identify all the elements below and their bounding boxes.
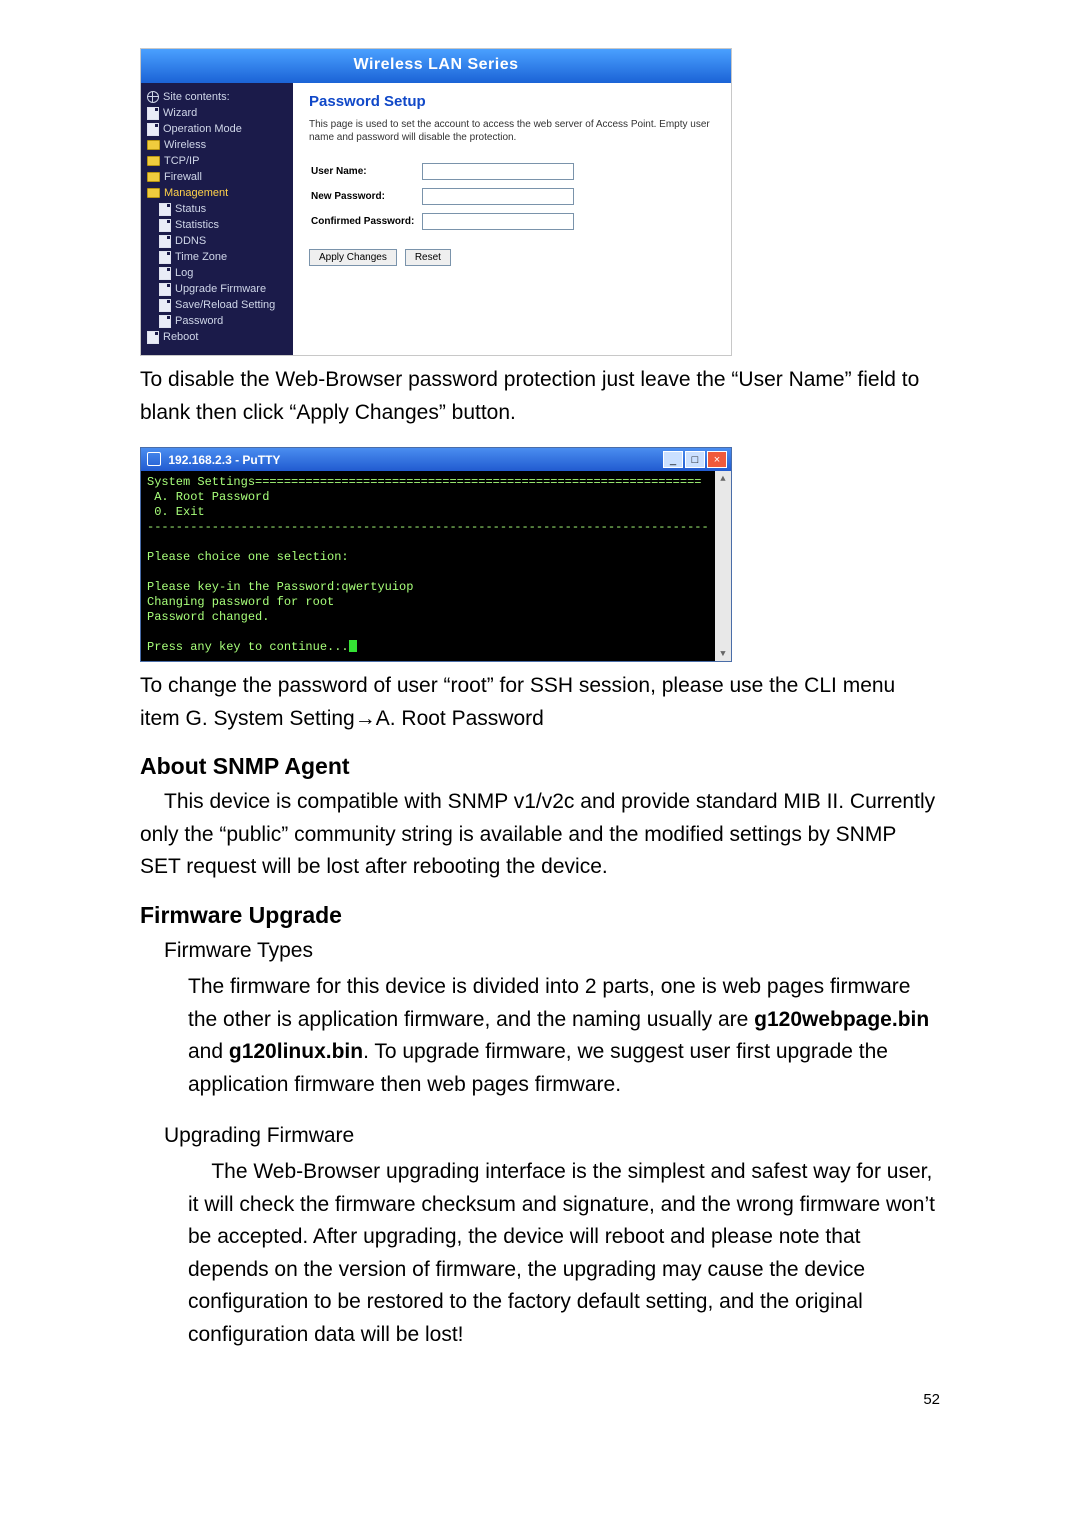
- sidebar-item-label: Wizard: [163, 105, 197, 121]
- section-heading-firmware-upgrade: Firmware Upgrade: [140, 902, 940, 929]
- sidebar-item-tcpip[interactable]: TCP/IP: [145, 153, 289, 169]
- sidebar-item-time-zone[interactable]: Time Zone: [145, 249, 289, 265]
- reset-button[interactable]: Reset: [405, 249, 451, 266]
- folder-icon: [147, 172, 160, 182]
- sidebar-item-wireless[interactable]: Wireless: [145, 137, 289, 153]
- document-icon: [147, 331, 159, 344]
- text-run: and: [188, 1040, 229, 1063]
- terminal-text: System Settings=========================…: [147, 475, 709, 654]
- subheading-firmware-types: Firmware Types: [140, 935, 940, 968]
- document-icon: [147, 123, 159, 136]
- document-icon: [159, 299, 171, 312]
- sidebar-item-label: Reboot: [163, 329, 198, 345]
- sidebar-item-management[interactable]: Management: [145, 185, 289, 201]
- sidebar-item-password[interactable]: Password: [145, 313, 289, 329]
- sidebar-item-label: DDNS: [175, 233, 206, 249]
- doc-paragraph: The Web-Browser upgrading interface is t…: [140, 1156, 940, 1351]
- sidebar-item-save-reload-setting[interactable]: Save/Reload Setting: [145, 297, 289, 313]
- router-header: Wireless LAN Series: [141, 49, 731, 83]
- password-setup-title: Password Setup: [309, 93, 715, 110]
- document-icon: [159, 251, 171, 264]
- sidebar-item-label: Status: [175, 201, 206, 217]
- sidebar-item-statistics[interactable]: Statistics: [145, 217, 289, 233]
- putty-window: 192.168.2.3 - PuTTY _ □ × System Setting…: [140, 447, 732, 662]
- router-main: Password Setup This page is used to set …: [293, 83, 731, 355]
- minimize-button[interactable]: _: [663, 451, 683, 468]
- putty-title-text: 192.168.2.3 - PuTTY: [168, 453, 280, 467]
- new-password-label: New Password:: [311, 185, 420, 208]
- terminal-cursor: [349, 640, 357, 652]
- sidebar-item-firewall[interactable]: Firewall: [145, 169, 289, 185]
- document-icon: [159, 283, 171, 296]
- folder-icon: [147, 156, 160, 166]
- new-password-input[interactable]: [422, 188, 574, 205]
- sidebar-item-label: Time Zone: [175, 249, 227, 265]
- sidebar-item-label: Wireless: [164, 137, 206, 153]
- doc-paragraph: The firmware for this device is divided …: [140, 971, 940, 1101]
- putty-title: 192.168.2.3 - PuTTY: [147, 452, 280, 467]
- user-name-input[interactable]: [422, 163, 574, 180]
- terminal-output: System Settings=========================…: [141, 471, 715, 661]
- subheading-upgrading-firmware: Upgrading Firmware: [140, 1120, 940, 1153]
- sidebar-item-label: Firewall: [164, 169, 202, 185]
- sidebar-item-upgrade-firmware[interactable]: Upgrade Firmware: [145, 281, 289, 297]
- sidebar-item-reboot[interactable]: Reboot: [145, 329, 289, 345]
- doc-paragraph: To change the password of user “root” fo…: [140, 670, 940, 735]
- sidebar-item-label: Statistics: [175, 217, 219, 233]
- putty-titlebar: 192.168.2.3 - PuTTY _ □ ×: [141, 448, 731, 471]
- document-icon: [147, 107, 159, 120]
- scroll-down-icon[interactable]: ▼: [715, 646, 731, 661]
- sidebar-item-label: Save/Reload Setting: [175, 297, 275, 313]
- sidebar-item-log[interactable]: Log: [145, 265, 289, 281]
- document-icon: [159, 315, 171, 328]
- sidebar-item-ddns[interactable]: DDNS: [145, 233, 289, 249]
- putty-icon: [147, 452, 161, 466]
- password-setup-desc: This page is used to set the account to …: [309, 118, 715, 144]
- sidebar-item-label: TCP/IP: [164, 153, 199, 169]
- sidebar-item-status[interactable]: Status: [145, 201, 289, 217]
- confirmed-password-input[interactable]: [422, 213, 574, 230]
- confirmed-password-label: Confirmed Password:: [311, 210, 420, 233]
- scroll-up-icon[interactable]: ▲: [715, 471, 731, 486]
- page-number: 52: [140, 1391, 940, 1411]
- sidebar-item-label: Log: [175, 265, 193, 281]
- sidebar-item-operation-mode[interactable]: Operation Mode: [145, 121, 289, 137]
- sidebar-item-label: Operation Mode: [163, 121, 242, 137]
- scrollbar[interactable]: ▲ ▼: [715, 471, 731, 661]
- user-name-label: User Name:: [311, 160, 420, 183]
- site-contents-text: Site contents:: [163, 89, 230, 105]
- document-icon: [159, 219, 171, 232]
- sidebar-item-wizard[interactable]: Wizard: [145, 105, 289, 121]
- router-admin-panel: Wireless LAN Series Site contents: Wizar…: [140, 48, 732, 356]
- site-contents-label: Site contents:: [145, 89, 289, 105]
- document-icon: [159, 203, 171, 216]
- router-sidebar: Site contents: Wizard Operation Mode Wir…: [141, 83, 293, 355]
- section-heading-about-snmp: About SNMP Agent: [140, 753, 940, 780]
- close-button[interactable]: ×: [707, 451, 727, 468]
- firmware-filename: g120linux.bin: [229, 1040, 363, 1063]
- folder-icon: [147, 188, 160, 198]
- doc-paragraph: To disable the Web-Browser password prot…: [140, 364, 940, 429]
- sidebar-item-label: Upgrade Firmware: [175, 281, 266, 297]
- maximize-button[interactable]: □: [685, 451, 705, 468]
- firmware-filename: g120webpage.bin: [754, 1008, 929, 1031]
- sidebar-item-label: Management: [164, 185, 228, 201]
- doc-paragraph: This device is compatible with SNMP v1/v…: [140, 786, 940, 884]
- globe-icon: [147, 91, 159, 103]
- document-icon: [159, 267, 171, 280]
- folder-icon: [147, 140, 160, 150]
- document-icon: [159, 235, 171, 248]
- sidebar-item-label: Password: [175, 313, 223, 329]
- apply-changes-button[interactable]: Apply Changes: [309, 249, 397, 266]
